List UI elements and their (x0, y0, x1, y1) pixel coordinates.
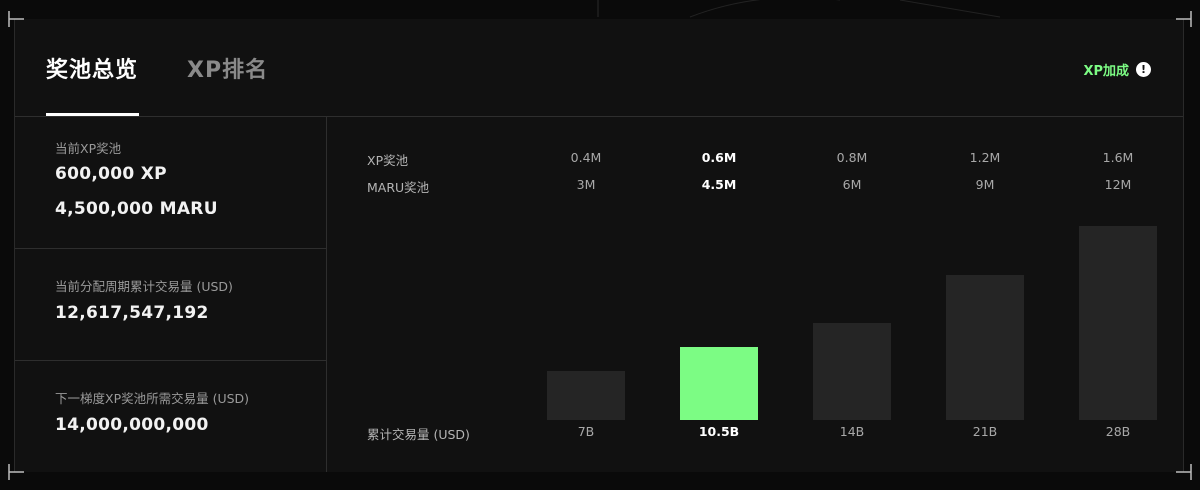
volume-tick-label: 21B (972, 424, 998, 439)
tab-pool-overview[interactable]: 奖池总览 (46, 52, 138, 84)
xp-bonus-link[interactable]: XP加成 ! (1083, 60, 1151, 79)
xp-pool-value: 0.6M (701, 150, 737, 165)
next-tier-block: 下一梯度XP奖池所需交易量 (USD) 14,000,000,000 (15, 360, 326, 472)
xp-bonus-label: XP加成 (1083, 64, 1129, 79)
cumulative-volume-block: 当前分配周期累计交易量 (USD) 12,617,547,192 (15, 248, 326, 361)
maru-pool-value: 6M (842, 177, 862, 192)
tier-chart: XP奖池 MARU奖池 累计交易量 (USD) 0.4M 3M 7B 0.6M 4.5M… (327, 117, 1183, 472)
tier-bar[interactable] (946, 275, 1024, 420)
volume-tick-label: 7B (577, 424, 595, 439)
current-pool-label: 当前XP奖池 (55, 141, 122, 156)
current-pool-xp: 600,000 XP (55, 164, 167, 184)
current-pool-block: 当前XP奖池 600,000 XP 4,500,000 MARU (15, 117, 326, 249)
volume-tick-label: 28B (1105, 424, 1131, 439)
active-tab-indicator (46, 113, 139, 116)
corner-bracket-top-right (1176, 11, 1192, 27)
maru-pool-row-label: MARU奖池 (367, 180, 430, 195)
xp-pool-value: 0.8M (836, 150, 868, 165)
maru-pool-value: 9M (975, 177, 995, 192)
maru-pool-value: 3M (576, 177, 596, 192)
xp-pool-row-label: XP奖池 (367, 153, 409, 168)
cumulative-volume-label: 当前分配周期累计交易量 (USD) (55, 279, 233, 294)
maru-pool-value: 4.5M (701, 177, 737, 192)
tier-bar[interactable] (1079, 226, 1157, 420)
maru-pool-value: 12M (1104, 177, 1132, 192)
tier-bar[interactable] (547, 371, 625, 420)
current-pool-maru: 4,500,000 MARU (55, 199, 218, 219)
cumulative-volume-value: 12,617,547,192 (55, 303, 209, 323)
tab-xp-ranking[interactable]: XP排名 (187, 52, 268, 84)
next-tier-value: 14,000,000,000 (55, 415, 209, 435)
prize-pool-panel: 奖池总览 XP排名 XP加成 ! 当前XP奖池 600,000 XP 4,500… (14, 19, 1184, 472)
tier-bar[interactable] (813, 323, 891, 420)
stats-column: 当前XP奖池 600,000 XP 4,500,000 MARU 当前分配周期累… (15, 117, 327, 472)
tier-bar-current[interactable] (680, 347, 758, 420)
volume-row-label: 累计交易量 (USD) (367, 427, 470, 442)
xp-pool-value: 1.2M (969, 150, 1001, 165)
info-icon[interactable]: ! (1136, 62, 1151, 77)
tab-bar: 奖池总览 XP排名 XP加成 ! (15, 19, 1183, 117)
next-tier-label: 下一梯度XP奖池所需交易量 (USD) (55, 391, 250, 406)
volume-tick-label: 10.5B (698, 424, 740, 439)
xp-pool-value: 1.6M (1102, 150, 1134, 165)
corner-bracket-top-left (8, 11, 24, 27)
corner-bracket-bottom-left (8, 464, 24, 480)
corner-bracket-bottom-right (1176, 464, 1192, 480)
volume-tick-label: 14B (839, 424, 865, 439)
xp-pool-value: 0.4M (570, 150, 602, 165)
